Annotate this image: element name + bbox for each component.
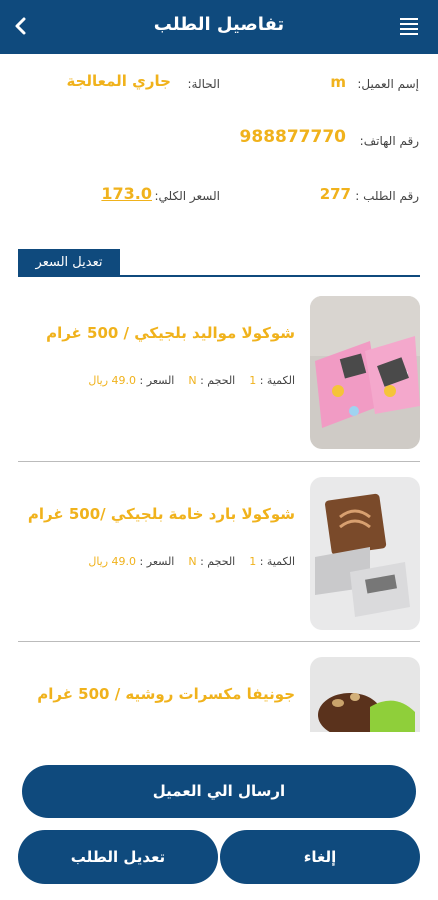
product-name: شوكولا مواليد بلجيكي / 500 غرام: [46, 324, 295, 342]
price-label: السعر :: [139, 374, 175, 387]
edit-price-tab[interactable]: تعديل السعر: [18, 249, 120, 276]
edit-order-button[interactable]: تعديل الطلب: [18, 830, 218, 884]
customer-label: إسم العميل:: [357, 77, 419, 91]
page-title: تفاصيل الطلب: [153, 14, 285, 35]
phone-value: 988877770: [239, 127, 346, 147]
list-item[interactable]: جونيفا مكسرات روشيه / 500 غرام: [0, 643, 438, 732]
status-label: الحالة:: [187, 77, 220, 91]
item-divider: [18, 641, 420, 642]
phone-label: رقم الهاتف:: [359, 134, 419, 148]
status-value: جاري المعالجة: [66, 72, 171, 90]
order-number-label: رقم الطلب :: [355, 189, 419, 203]
product-image: [310, 477, 420, 630]
order-items-list[interactable]: شوكولا مواليد بلجيكي / 500 غرام الكمية :…: [0, 282, 438, 732]
product-image: [310, 296, 420, 449]
menu-icon[interactable]: [400, 18, 418, 35]
quantity-label: الكمية :: [259, 555, 295, 568]
item-divider: [18, 461, 420, 462]
cancel-button[interactable]: إلغاء: [220, 830, 420, 884]
size-value: N: [188, 374, 197, 387]
order-number-value: 277: [319, 185, 351, 203]
price-value: 49.0 ريال: [88, 555, 137, 568]
list-item[interactable]: شوكولا بارد خامة بلجيكي /500 غرام الكمية…: [0, 463, 438, 642]
product-name: شوكولا بارد خامة بلجيكي /500 غرام: [27, 505, 295, 523]
order-info: إسم العميل: m الحالة: جاري المعالجة رقم …: [0, 54, 438, 244]
edit-price-underline: [18, 275, 420, 277]
price-value: 49.0 ريال: [88, 374, 137, 387]
size-value: N: [188, 555, 197, 568]
total-label: السعر الكلي:: [154, 189, 220, 203]
app-bar: تفاصيل الطلب: [0, 0, 438, 54]
total-value: 173.0: [101, 184, 152, 203]
quantity-value: 1: [249, 555, 257, 568]
price-label: السعر :: [139, 555, 175, 568]
send-to-customer-button[interactable]: ارسال الي العميل: [22, 765, 416, 818]
quantity-value: 1: [249, 374, 257, 387]
list-item[interactable]: شوكولا مواليد بلجيكي / 500 غرام الكمية :…: [0, 282, 438, 462]
size-label: الحجم :: [200, 555, 236, 568]
product-name: جونيفا مكسرات روشيه / 500 غرام: [37, 685, 295, 703]
customer-value: m: [330, 73, 346, 91]
quantity-label: الكمية :: [259, 374, 295, 387]
product-image: [310, 657, 420, 732]
product-meta: الكمية : 1 الحجم : N السعر : 49.0 ريال: [88, 374, 295, 387]
size-label: الحجم :: [200, 374, 236, 387]
product-meta: الكمية : 1 الحجم : N السعر : 49.0 ريال: [88, 555, 295, 568]
